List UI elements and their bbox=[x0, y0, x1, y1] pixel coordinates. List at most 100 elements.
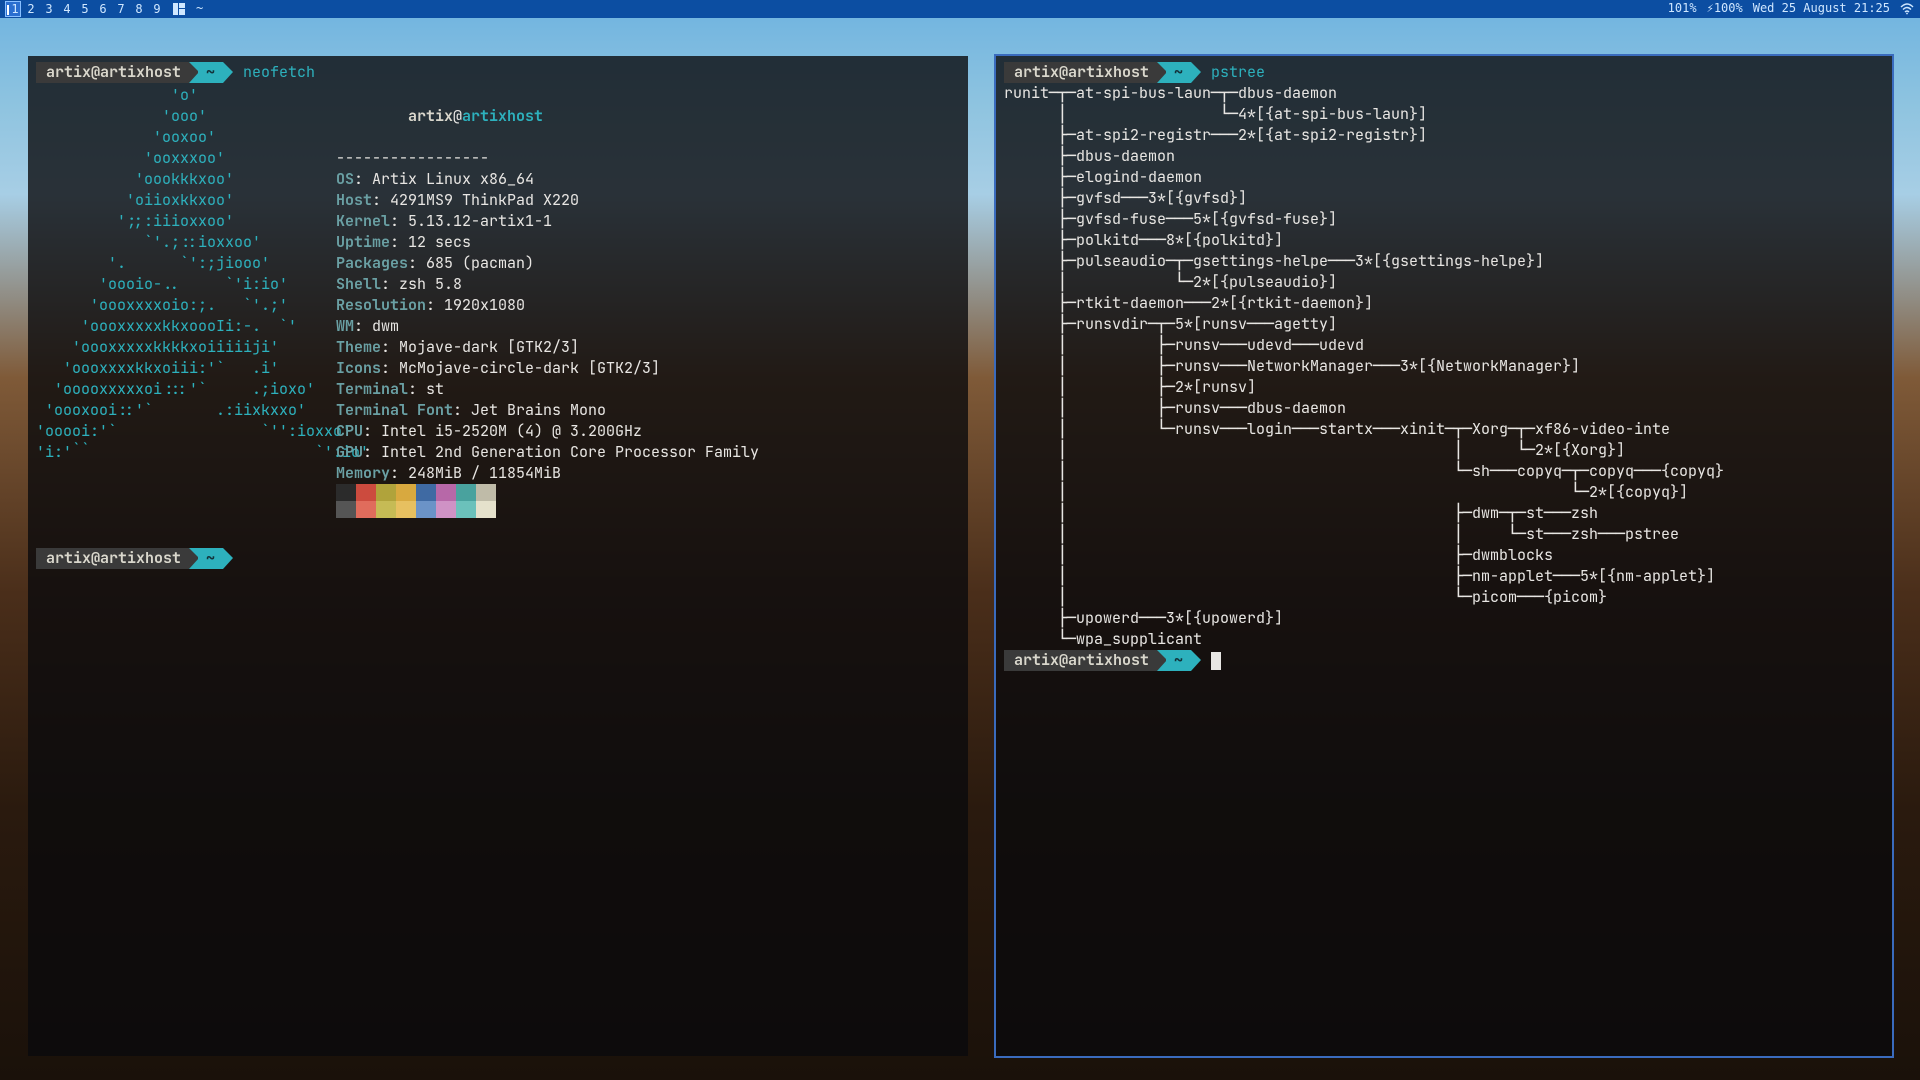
prompt-dir: ~ bbox=[1166, 62, 1191, 83]
prompt-dir: ~ bbox=[198, 62, 223, 83]
neofetch-key: Kernel bbox=[336, 211, 390, 231]
prompt[interactable]: artix@artixhost ~ bbox=[36, 548, 960, 569]
color-swatch bbox=[396, 484, 416, 501]
workspace-1[interactable]: 1 bbox=[6, 2, 20, 16]
color-swatch bbox=[376, 484, 396, 501]
neofetch-host: artixhost bbox=[462, 106, 543, 126]
workspace-2[interactable]: 2 bbox=[24, 2, 38, 16]
battery2-status: ⚡100% bbox=[1707, 1, 1743, 17]
neofetch-val: Intel 2nd Generation Core Processor Fami… bbox=[381, 442, 759, 462]
prompt: artix@artixhost ~ neofetch bbox=[36, 62, 960, 83]
color-swatch bbox=[416, 484, 436, 501]
workspace-8[interactable]: 8 bbox=[132, 2, 146, 16]
neofetch-val: 4291MS9 ThinkPad X220 bbox=[390, 190, 579, 210]
color-swatch bbox=[416, 501, 436, 518]
neofetch-key: GPU bbox=[336, 442, 363, 462]
prompt-userhost: artix@artixhost bbox=[1004, 62, 1157, 83]
neofetch-val: 12 secs bbox=[408, 232, 471, 252]
neofetch-val: dwm bbox=[372, 316, 399, 336]
color-swatch bbox=[456, 484, 476, 501]
workspace-5[interactable]: 5 bbox=[78, 2, 92, 16]
neofetch-row: Shell: zsh 5.8 bbox=[336, 274, 960, 295]
color-swatch bbox=[336, 501, 356, 518]
color-swatch bbox=[476, 484, 496, 501]
neofetch-val: Artix Linux x86_64 bbox=[372, 169, 534, 189]
neofetch-key: Icons bbox=[336, 358, 381, 378]
prompt-separator-icon bbox=[223, 62, 233, 83]
neofetch-val: Mojave-dark [GTK2/3] bbox=[399, 337, 579, 357]
command-pstree: pstree bbox=[1201, 62, 1265, 83]
window-title: ~ bbox=[196, 1, 203, 17]
color-swatch bbox=[356, 501, 376, 518]
prompt[interactable]: artix@artixhost ~ bbox=[1004, 650, 1884, 671]
pstree-output: runit─┬─at-spi-bus-laun─┬─dbus-daemon │ … bbox=[1004, 83, 1884, 650]
bar-left: 123456789 ~ bbox=[6, 1, 203, 17]
workspace-3[interactable]: 3 bbox=[42, 2, 56, 16]
workspace-9[interactable]: 9 bbox=[150, 2, 164, 16]
workspace-6[interactable]: 6 bbox=[96, 2, 110, 16]
neofetch-val: st bbox=[426, 379, 444, 399]
prompt-dir: ~ bbox=[198, 548, 223, 569]
neofetch-output: 'o' 'ooo' 'ooxoo' 'ooxxxoo' 'oookkkxoo' … bbox=[36, 85, 960, 518]
neofetch-val: McMojave-circle-dark [GTK2/3] bbox=[399, 358, 660, 378]
neofetch-key: Uptime bbox=[336, 232, 390, 252]
neofetch-row: GPU: Intel 2nd Generation Core Processor… bbox=[336, 442, 960, 463]
prompt: artix@artixhost ~ pstree bbox=[1004, 62, 1884, 83]
neofetch-row: OS: Artix Linux x86_64 bbox=[336, 169, 960, 190]
status-bar: 123456789 ~ 101% ⚡100% Wed 25 August 21:… bbox=[0, 0, 1920, 18]
neofetch-row: WM: dwm bbox=[336, 316, 960, 337]
neofetch-user: artix bbox=[408, 106, 453, 126]
color-swatch bbox=[476, 501, 496, 518]
neofetch-val: Intel i5-2520M (4) @ 3.200GHz bbox=[381, 421, 642, 441]
workspace-7[interactable]: 7 bbox=[114, 2, 128, 16]
color-swatch bbox=[396, 501, 416, 518]
neofetch-row: Icons: McMojave-circle-dark [GTK2/3] bbox=[336, 358, 960, 379]
neofetch-row: Kernel: 5.13.12-artix1-1 bbox=[336, 211, 960, 232]
at-symbol: @ bbox=[453, 106, 462, 126]
neofetch-logo: 'o' 'ooo' 'ooxoo' 'ooxxxoo' 'oookkkxoo' … bbox=[36, 85, 316, 518]
neofetch-key: Terminal bbox=[336, 379, 408, 399]
color-swatch bbox=[456, 501, 476, 518]
color-palette bbox=[336, 484, 960, 518]
neofetch-key: WM bbox=[336, 316, 354, 336]
neofetch-key: OS bbox=[336, 169, 354, 189]
neofetch-key: Resolution bbox=[336, 295, 426, 315]
terminal-left[interactable]: artix@artixhost ~ neofetch 'o' 'ooo' 'oo… bbox=[28, 56, 968, 1056]
neofetch-hr: ----------------- bbox=[336, 148, 960, 169]
datetime-status: Wed 25 August 21:25 bbox=[1753, 1, 1890, 17]
neofetch-key: Theme bbox=[336, 337, 381, 357]
neofetch-key: Terminal Font bbox=[336, 400, 453, 420]
neofetch-val: zsh 5.8 bbox=[399, 274, 462, 294]
terminal-right[interactable]: artix@artixhost ~ pstree runit─┬─at-spi-… bbox=[996, 56, 1892, 1056]
workspace-4[interactable]: 4 bbox=[60, 2, 74, 16]
neofetch-row: Memory: 248MiB / 11854MiB bbox=[336, 463, 960, 484]
neofetch-key: Host bbox=[336, 190, 372, 210]
color-swatch bbox=[376, 501, 396, 518]
neofetch-val: 1920x1080 bbox=[444, 295, 525, 315]
neofetch-row: Resolution: 1920x1080 bbox=[336, 295, 960, 316]
color-swatch bbox=[336, 484, 356, 501]
cursor bbox=[1211, 652, 1221, 670]
prompt-userhost: artix@artixhost bbox=[36, 62, 189, 83]
prompt-separator-icon bbox=[1191, 650, 1201, 671]
neofetch-row: Terminal Font: Jet Brains Mono bbox=[336, 400, 960, 421]
neofetch-row: Terminal: st bbox=[336, 379, 960, 400]
neofetch-val: Jet Brains Mono bbox=[471, 400, 606, 420]
neofetch-info: artix@artixhost ----------------- OS: Ar… bbox=[336, 85, 960, 518]
prompt-userhost: artix@artixhost bbox=[1004, 650, 1157, 671]
layout-icon[interactable] bbox=[172, 2, 186, 16]
color-swatch bbox=[436, 501, 456, 518]
neofetch-key: CPU bbox=[336, 421, 363, 441]
command-neofetch: neofetch bbox=[233, 62, 315, 83]
prompt-dir: ~ bbox=[1166, 650, 1191, 671]
neofetch-key: Memory bbox=[336, 463, 390, 483]
neofetch-row: Host: 4291MS9 ThinkPad X220 bbox=[336, 190, 960, 211]
wifi-icon[interactable] bbox=[1900, 3, 1914, 15]
battery1-status: 101% bbox=[1668, 1, 1697, 17]
prompt-userhost: artix@artixhost bbox=[36, 548, 189, 569]
bar-right: 101% ⚡100% Wed 25 August 21:25 bbox=[1668, 1, 1914, 17]
prompt-separator-icon bbox=[223, 548, 233, 569]
neofetch-row: Uptime: 12 secs bbox=[336, 232, 960, 253]
prompt-separator-icon bbox=[1191, 62, 1201, 83]
neofetch-key: Shell bbox=[336, 274, 381, 294]
